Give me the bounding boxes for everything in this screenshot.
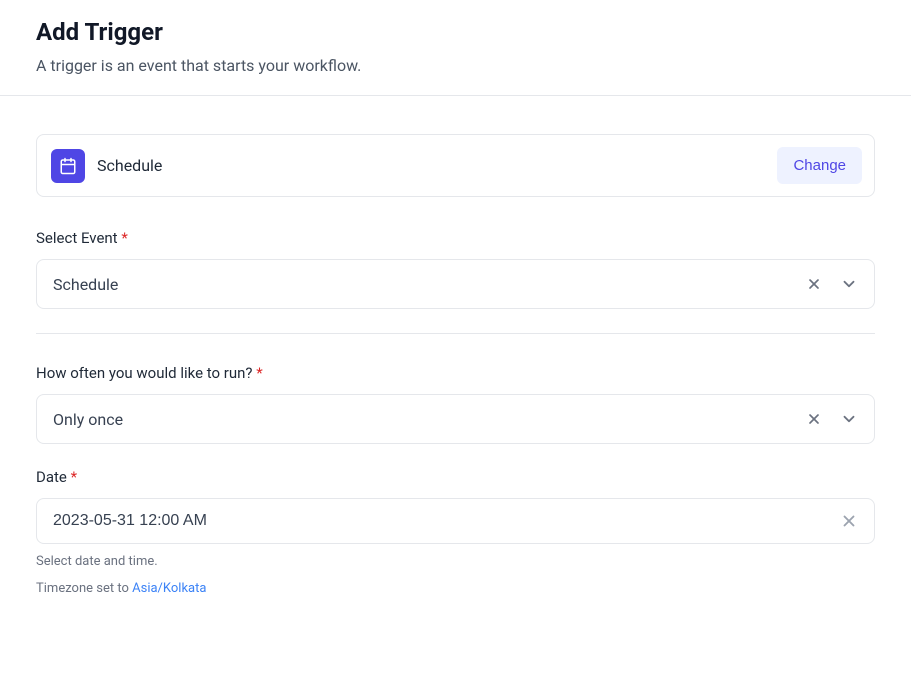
timezone-text: Timezone set to Asia/Kolkata	[36, 581, 875, 596]
frequency-label: How often you would like to run? *	[36, 364, 875, 382]
required-asterisk: *	[121, 229, 127, 247]
select-controls	[806, 275, 858, 293]
event-select-value: Schedule	[53, 275, 806, 294]
chevron-down-icon[interactable]	[840, 275, 858, 293]
trigger-info: Schedule	[51, 149, 162, 183]
timezone-link[interactable]: Asia/Kolkata	[132, 581, 206, 596]
calendar-icon	[51, 149, 85, 183]
date-helper-text: Select date and time.	[36, 554, 875, 569]
change-button[interactable]: Change	[777, 147, 862, 184]
clear-icon[interactable]	[806, 411, 822, 427]
date-input-wrap[interactable]	[36, 498, 875, 544]
trigger-name: Schedule	[97, 156, 162, 175]
selected-trigger-card: Schedule Change	[36, 134, 875, 197]
event-label: Select Event *	[36, 229, 875, 247]
timezone-prefix: Timezone set to	[36, 581, 132, 596]
date-label-text: Date	[36, 468, 67, 486]
date-field-group: Date * Select date and time. Timezone se…	[36, 468, 875, 596]
frequency-label-text: How often you would like to run?	[36, 364, 253, 382]
frequency-field-group: How often you would like to run? * Only …	[36, 364, 875, 444]
event-select[interactable]: Schedule	[36, 259, 875, 309]
event-field-group: Select Event * Schedule	[36, 229, 875, 309]
required-asterisk: *	[71, 468, 77, 486]
date-label: Date *	[36, 468, 875, 486]
chevron-down-icon[interactable]	[840, 410, 858, 428]
frequency-select-value: Only once	[53, 410, 806, 429]
divider	[36, 333, 875, 334]
select-controls	[806, 410, 858, 428]
content: Schedule Change Select Event * Schedule	[0, 96, 911, 634]
clear-icon[interactable]	[840, 512, 858, 530]
page-subtitle: A trigger is an event that starts your w…	[36, 56, 875, 75]
clear-icon[interactable]	[806, 276, 822, 292]
header: Add Trigger A trigger is an event that s…	[0, 0, 911, 96]
event-label-text: Select Event	[36, 229, 118, 247]
date-input[interactable]	[53, 512, 840, 530]
frequency-select[interactable]: Only once	[36, 394, 875, 444]
required-asterisk: *	[256, 364, 262, 382]
page-title: Add Trigger	[36, 18, 875, 46]
